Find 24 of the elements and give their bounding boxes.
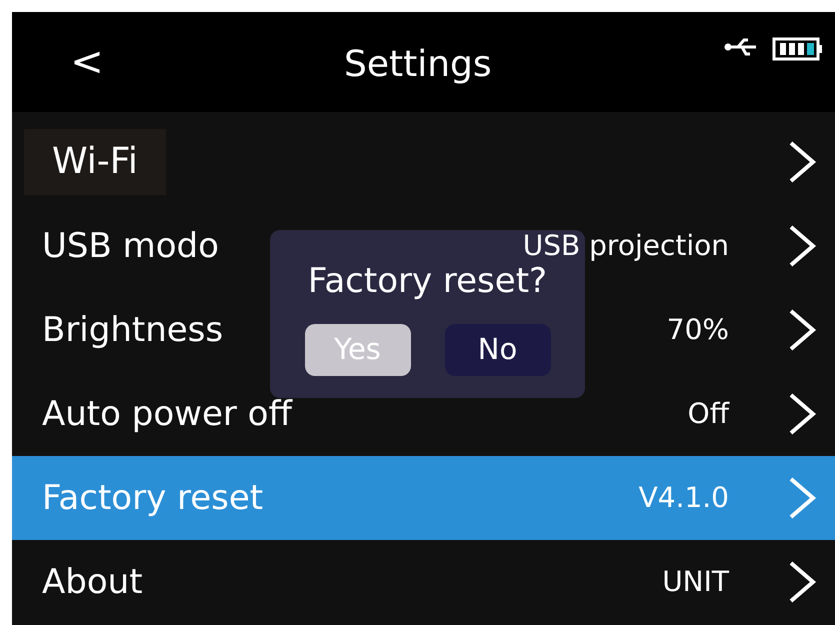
row-label: USB modo (42, 224, 219, 268)
row-value: V4.1.0 (638, 480, 729, 516)
row-value: 70% (666, 312, 729, 348)
chevron-right-icon (787, 140, 817, 184)
row-label: Factory reset (42, 476, 264, 520)
chevron-right-icon (787, 308, 817, 352)
dialog-button[interactable]: No (444, 324, 550, 376)
chevron-right-icon (787, 224, 817, 268)
row-label: About (42, 560, 143, 604)
selected-row-highlight[interactable]: Factory reset V4.1.0 (12, 456, 835, 540)
row-value: UNIT (662, 564, 729, 600)
dialog-title: Factory reset? (308, 264, 548, 298)
battery-icon (772, 37, 824, 61)
screen-title: Settings (344, 43, 492, 87)
chevron-right-icon (787, 560, 817, 604)
back-button[interactable]: < (67, 32, 107, 92)
row-label: Auto power off (42, 392, 292, 436)
usb-icon (724, 36, 758, 58)
chevron-right-icon (787, 476, 817, 520)
row-label: Brightness (42, 308, 224, 352)
row-label: Wi-Fi (24, 129, 166, 195)
row-value: Off (688, 396, 729, 432)
chevron-right-icon (787, 392, 817, 436)
row-value: USB projection (522, 228, 729, 264)
